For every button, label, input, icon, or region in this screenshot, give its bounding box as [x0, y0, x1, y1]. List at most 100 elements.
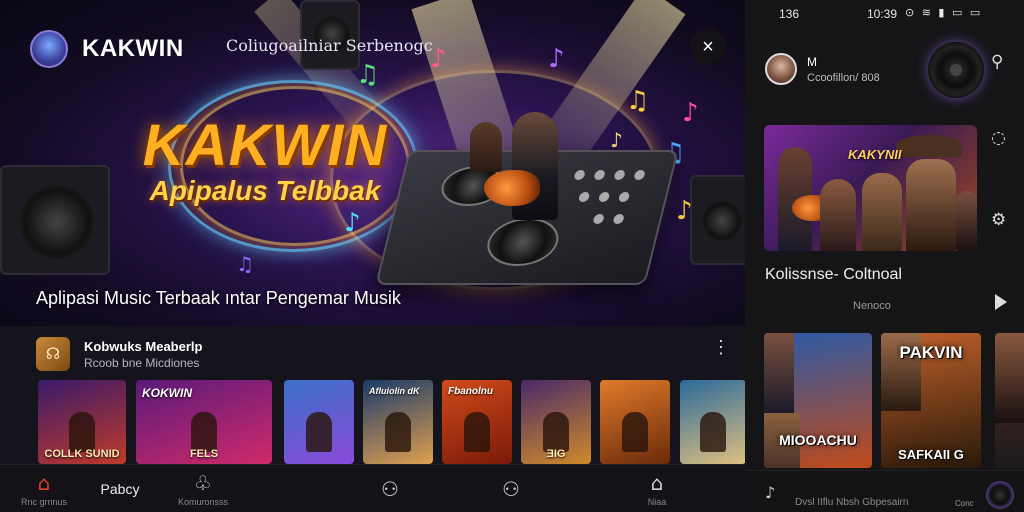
- artist-figure: [906, 159, 956, 251]
- nav-item-home[interactable]: ⌂ Rnc grnnus: [14, 465, 74, 512]
- album-card-title: Afluiolin dK: [369, 386, 420, 396]
- nav-item-label: Komuronsss: [177, 497, 229, 507]
- collection-title: Kolissnse- Coltnoal: [765, 266, 902, 283]
- avatar[interactable]: [765, 53, 797, 85]
- play-icon[interactable]: [995, 294, 1007, 310]
- album-card-title: PAKVIN: [899, 343, 963, 362]
- music-note-icon: ♪: [548, 44, 565, 74]
- album-card[interactable]: Afluiolin dK: [363, 380, 433, 464]
- avatar[interactable]: [30, 30, 68, 68]
- artist-figure: [956, 191, 977, 251]
- album-card[interactable]: ƎIG: [521, 380, 591, 464]
- now-playing-disc[interactable]: [928, 42, 984, 98]
- featured-row-header[interactable]: ☊ Kobwuks Meaberlp Rcoob bne Micdiones: [36, 337, 202, 371]
- album-card-title: Fbanolnu: [448, 386, 493, 397]
- status-icons: ⊙ ≋ ▮ ▭ ▭: [905, 6, 983, 19]
- artist-figure: [69, 412, 95, 452]
- nav-item-playlist[interactable]: Pabcy: [90, 465, 150, 512]
- album-card[interactable]: [600, 380, 670, 464]
- community-icon: ♧: [194, 471, 212, 495]
- album-card-label: SAFKAII G: [898, 447, 964, 462]
- profile-subtitle: Ccoofillon/ 808: [807, 71, 880, 84]
- album-card[interactable]: PAKVIN SAFKAII G: [881, 333, 981, 468]
- album-card-title: KOKWIN: [142, 386, 192, 400]
- album-card-label: ƎIG: [546, 448, 566, 460]
- album-card[interactable]: [995, 333, 1024, 468]
- music-note-icon[interactable]: ♪: [765, 483, 775, 502]
- mini-player-label: Conc: [955, 499, 974, 508]
- collection-subtitle: Nenoco: [853, 300, 891, 312]
- library-icon: ⌂: [650, 471, 664, 495]
- like-icon[interactable]: ◌: [991, 128, 1006, 148]
- profile-icon: ⚇: [381, 477, 399, 501]
- speaker-top: [300, 0, 360, 70]
- artist-figure: [862, 173, 902, 251]
- close-icon: ×: [702, 35, 714, 58]
- nav-item-listen[interactable]: ⚇: [486, 465, 536, 512]
- status-time-left: 136: [779, 7, 800, 21]
- row-title: Kobwuks Meaberlp: [84, 338, 203, 354]
- side-panel: 136 10:39 ⊙ ≋ ▮ ▭ ▭ M Ccoofillon/ 808 ⚲ …: [745, 0, 1024, 512]
- album-card-label: MIOOACHU: [779, 432, 857, 448]
- music-note-icon: ♪: [344, 208, 361, 238]
- search-icon[interactable]: ⚲: [991, 52, 1003, 72]
- artist-figure: [622, 412, 648, 452]
- hero-caption: Aplipasi Music Terbaak ıntar Pengemar Mu…: [36, 288, 401, 308]
- nav-item-label: Niaa: [647, 497, 667, 507]
- featured-album-title: KAKYNII: [848, 147, 902, 162]
- album-card[interactable]: [680, 380, 745, 464]
- close-button[interactable]: ×: [690, 29, 726, 65]
- brand[interactable]: KAKWIN: [30, 30, 184, 68]
- hero-banner[interactable]: ♫ ♪ ♪ ♫ ♪ ♫ ♪ ♪ ♫ ♪: [0, 0, 745, 326]
- mini-player-bar[interactable]: ♪ Dvsl IIflu Nbsh Gbpesairn Conc: [745, 470, 1024, 512]
- album-card[interactable]: Fbanolnu: [442, 380, 512, 464]
- album-card-label: FELS: [189, 448, 219, 460]
- app-root: ♫ ♪ ♪ ♫ ♪ ♫ ♪ ♪ ♫ ♪: [0, 0, 1024, 512]
- music-note-icon: ♪: [682, 98, 699, 128]
- album-card-label: COLLK SUNID: [44, 448, 120, 460]
- profile-name: M: [807, 54, 817, 69]
- artist-figure: [464, 412, 490, 452]
- hero-subtitle: Coliugoailniar Serbenogc: [226, 36, 433, 55]
- nav-item-profile[interactable]: ⚇: [365, 465, 415, 512]
- app-icon: ☊: [36, 337, 70, 371]
- artist-figure: [191, 412, 217, 452]
- artist-figure: [820, 179, 856, 251]
- mini-player-text: Dvsl IIflu Nbsh Gbpesairn: [795, 497, 909, 508]
- bottom-navigation: ⌂ Rnc grnnus Pabcy ♧ Komuronsss ⚇ ⚇ ⌂ Ni…: [0, 464, 745, 512]
- artist-figure: [700, 412, 726, 452]
- album-card[interactable]: COLLK SUNID: [38, 380, 126, 464]
- mini-disc-icon[interactable]: [986, 481, 1014, 509]
- album-card[interactable]: KOKWIN FELS: [136, 380, 272, 464]
- brand-name: KAKWIN: [82, 35, 184, 62]
- headphones-icon: ⚇: [502, 477, 520, 501]
- status-bar: 136 10:39 ⊙ ≋ ▮ ▭ ▭: [745, 0, 1024, 26]
- music-note-icon: ♫: [236, 252, 254, 276]
- artist-figure: [306, 412, 332, 452]
- music-note-icon: ♪: [610, 128, 623, 152]
- album-card[interactable]: MIOOACHU: [764, 333, 872, 468]
- music-note-icon: ♫: [356, 60, 380, 90]
- nav-item-library[interactable]: ⌂ Niaa: [632, 465, 682, 512]
- profile-header[interactable]: M Ccoofillon/ 808: [765, 53, 880, 85]
- settings-icon[interactable]: ⚙: [991, 210, 1006, 230]
- home-icon: ⌂: [37, 471, 51, 495]
- more-options-icon[interactable]: ⋮: [712, 338, 730, 356]
- nav-item-label: Pabcy: [100, 481, 140, 497]
- row-subtitle: Rcoob bne Micdiones: [84, 355, 200, 370]
- speaker-left: [0, 165, 110, 275]
- hero-logo-title: KAKWIN: [142, 113, 388, 178]
- artist-figure: [764, 333, 794, 413]
- hero-logo: KAKWIN Apipalus Telbbak: [130, 112, 400, 207]
- nav-item-community[interactable]: ♧ Komuronsss: [168, 465, 238, 512]
- nav-item-label: Rnc grnnus: [20, 497, 68, 507]
- hero-logo-tagline: Apipalus Telbbak: [149, 175, 381, 206]
- speaker-right: [690, 175, 745, 265]
- hat-illustration: [896, 135, 962, 157]
- status-time: 10:39: [867, 7, 898, 21]
- guitar-illustration: [484, 170, 540, 206]
- music-note-icon: ♪: [676, 196, 693, 226]
- artist-figure: [995, 333, 1024, 423]
- featured-album-card[interactable]: KAKYNII: [764, 125, 977, 251]
- album-card[interactable]: [284, 380, 354, 464]
